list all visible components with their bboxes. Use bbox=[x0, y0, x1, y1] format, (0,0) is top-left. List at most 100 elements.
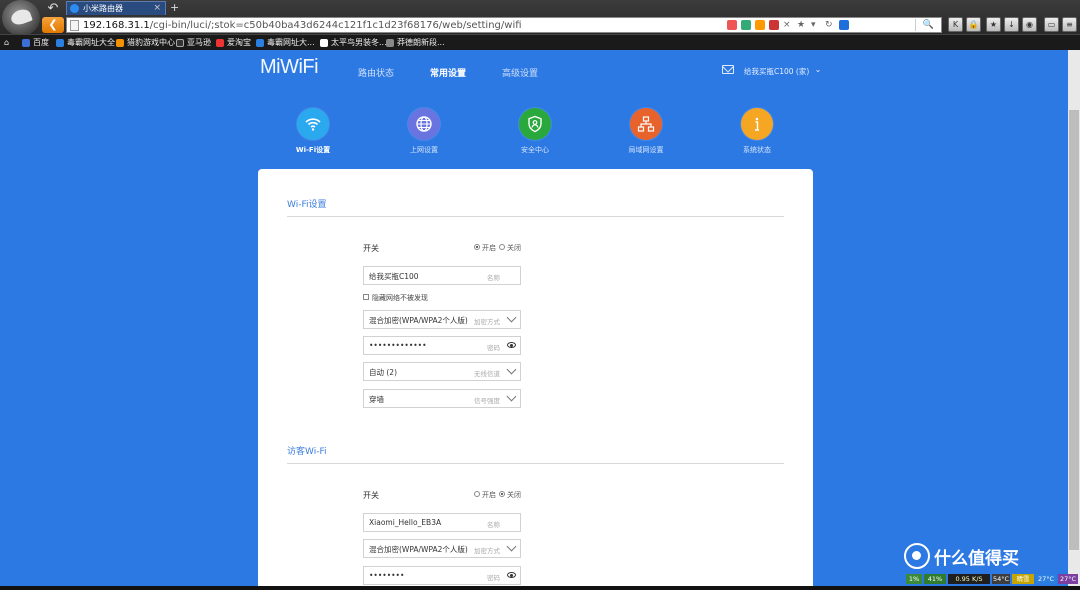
taskbar bbox=[0, 586, 1080, 590]
new-tab-button[interactable]: + bbox=[170, 1, 179, 15]
bookmark-item[interactable]: 太平鸟男装冬... bbox=[320, 37, 387, 49]
category-internet[interactable]: 上网设置 bbox=[389, 108, 459, 155]
game-icon[interactable]: ◉ bbox=[1022, 17, 1037, 32]
bookmark-item[interactable]: 毒霸网址大... bbox=[256, 37, 315, 49]
guest-encryption-placeholder: 加密方式 bbox=[474, 547, 500, 555]
guest-password-value: •••••••• bbox=[369, 571, 405, 580]
category-security[interactable]: 安全中心 bbox=[500, 108, 570, 155]
bookmark-item[interactable]: 爱淘宝 bbox=[216, 37, 251, 49]
watermark: 什么值得买 bbox=[904, 543, 1080, 583]
chevron-down-icon bbox=[506, 391, 517, 402]
bookmark-item[interactable]: 莽德朗新段... bbox=[386, 37, 445, 49]
guest-ssid-value: Xiaomi_Hello_EB3A bbox=[369, 518, 442, 527]
watermark-text: 什么值得买 bbox=[934, 549, 1019, 569]
close-icon[interactable]: × bbox=[783, 20, 793, 30]
addon-icon[interactable] bbox=[741, 20, 751, 30]
nav-router-status[interactable]: 路由状态 bbox=[358, 66, 394, 79]
divider bbox=[287, 463, 784, 464]
wifi-favicon-icon bbox=[70, 4, 79, 13]
scrollbar[interactable] bbox=[1068, 50, 1080, 586]
chevron-down-icon bbox=[506, 364, 517, 375]
wifi-ssid-placeholder: 名称 bbox=[487, 274, 500, 282]
guest-on-radio[interactable]: 开启 bbox=[474, 490, 496, 500]
eye-icon[interactable] bbox=[507, 342, 516, 348]
favorite-star-icon[interactable]: ★ bbox=[797, 20, 807, 30]
url-path: /cgi-bin/luci/;stok=c50b40ba43d6244c121f… bbox=[149, 20, 522, 31]
guest-password-field[interactable]: •••••••• 密码 bbox=[363, 566, 521, 585]
browser-logo-icon[interactable] bbox=[2, 0, 40, 36]
wifi-off-radio[interactable]: 关闭 bbox=[499, 243, 521, 253]
wifi-ssid-field[interactable]: 给我买瓶C100 名称 bbox=[363, 266, 521, 285]
category-wifi[interactable]: Wi-Fi设置 bbox=[278, 108, 348, 178]
wifi-strength-select[interactable]: 穿墙 信号强度 bbox=[363, 389, 521, 408]
back-button[interactable]: ❮ bbox=[42, 17, 64, 33]
wifi-strength-value: 穿墙 bbox=[369, 395, 384, 404]
wifi-ssid-value: 给我买瓶C100 bbox=[369, 272, 419, 281]
nav-common-settings[interactable]: 常用设置 bbox=[430, 66, 466, 79]
network-icon bbox=[630, 108, 662, 140]
chevron-down-icon bbox=[506, 541, 517, 552]
menu-icon[interactable]: ≡ bbox=[1062, 17, 1077, 32]
bookmark-item[interactable]: 百度 bbox=[22, 37, 49, 49]
bookmark-item[interactable]: 猎豹游戏中心 bbox=[116, 37, 175, 49]
guest-ssid-field[interactable]: Xiaomi_Hello_EB3A 名称 bbox=[363, 513, 521, 532]
wifi-password-placeholder: 密码 bbox=[487, 344, 500, 352]
eye-icon[interactable] bbox=[507, 572, 516, 578]
chevron-down-icon bbox=[506, 312, 517, 323]
category-system-status[interactable]: 系统状态 bbox=[722, 108, 792, 155]
hide-network-checkbox[interactable]: 隐藏网络不被发现 bbox=[363, 293, 428, 303]
wifi-encryption-value: 混合加密(WPA/WPA2个人版) bbox=[369, 316, 468, 325]
lock-icon[interactable]: 🔒 bbox=[966, 17, 981, 32]
download-icon[interactable]: ↓ bbox=[1004, 17, 1019, 32]
addon-icon[interactable] bbox=[769, 20, 779, 30]
wifi-switch-label: 开关 bbox=[363, 244, 379, 253]
addon-icon[interactable] bbox=[755, 20, 765, 30]
wifi-encryption-select[interactable]: 混合加密(WPA/WPA2个人版) 加密方式 bbox=[363, 310, 521, 329]
chevron-down-icon: ⌄ bbox=[814, 65, 822, 74]
bookmarks-bar: ⌂ 百度 毒霸网址大全 猎豹游戏中心 亚马逊 爱淘宝 毒霸网址大... 太平鸟男… bbox=[0, 34, 1080, 50]
info-icon bbox=[741, 108, 773, 140]
browser-tab[interactable]: 小米路由器 × bbox=[66, 1, 166, 15]
category-label: 系统状态 bbox=[743, 146, 771, 154]
category-label: 局域网设置 bbox=[628, 146, 664, 154]
category-lan[interactable]: 局域网设置 bbox=[611, 108, 681, 155]
mail-icon[interactable] bbox=[722, 65, 734, 74]
undo-icon[interactable]: ↶ bbox=[44, 2, 62, 16]
toolbar-k-icon[interactable]: K bbox=[948, 17, 963, 32]
miwifi-logo[interactable]: MiWiFi bbox=[260, 56, 319, 79]
wifi-on-radio[interactable]: 开启 bbox=[474, 243, 496, 253]
addon-icon[interactable] bbox=[727, 20, 737, 30]
user-name: 给我买瓶C100 (家) bbox=[744, 67, 810, 76]
nav-advanced-settings[interactable]: 高级设置 bbox=[502, 66, 538, 79]
address-bar[interactable]: 192.168.31.1/cgi-bin/luci/;stok=c50b40ba… bbox=[66, 17, 942, 33]
category-label: 安全中心 bbox=[521, 146, 549, 154]
home-icon[interactable]: ⌂ bbox=[4, 37, 9, 49]
wifi-icon bbox=[297, 108, 329, 140]
search-engine-icon[interactable] bbox=[839, 20, 849, 30]
bookmark-item[interactable]: 亚马逊 bbox=[176, 37, 211, 49]
window-icon[interactable]: ▭ bbox=[1044, 17, 1059, 32]
router-page: MiWiFi 路由状态 常用设置 高级设置 给我买瓶C100 (家) ⌄ Wi-… bbox=[0, 50, 1080, 586]
wifi-channel-select[interactable]: 自动 (2) 无线信道 bbox=[363, 362, 521, 381]
guest-encryption-select[interactable]: 混合加密(WPA/WPA2个人版) 加密方式 bbox=[363, 539, 521, 558]
bookmark-item[interactable]: 毒霸网址大全 bbox=[56, 37, 115, 49]
wifi-password-field[interactable]: ••••••••••••• 密码 bbox=[363, 336, 521, 355]
user-menu[interactable]: 给我买瓶C100 (家) ⌄ bbox=[722, 65, 821, 77]
refresh-icon[interactable]: ↻ bbox=[825, 20, 835, 30]
tab-close-icon[interactable]: × bbox=[153, 2, 161, 15]
url-text[interactable]: 192.168.31.1/cgi-bin/luci/;stok=c50b40ba… bbox=[83, 19, 522, 32]
page-icon bbox=[70, 20, 79, 31]
divider bbox=[287, 216, 784, 217]
tab-title: 小米路由器 bbox=[83, 4, 123, 13]
guest-off-radio[interactable]: 关闭 bbox=[499, 490, 521, 500]
star-icon[interactable]: ★ bbox=[986, 17, 1001, 32]
search-icon[interactable]: 🔍 bbox=[915, 19, 941, 31]
globe-icon bbox=[408, 108, 440, 140]
scrollbar-thumb[interactable] bbox=[1069, 110, 1079, 550]
guest-encryption-value: 混合加密(WPA/WPA2个人版) bbox=[369, 545, 468, 554]
guest-section-title: 访客Wi-Fi bbox=[287, 447, 327, 457]
category-label: 上网设置 bbox=[410, 146, 438, 154]
dropdown-icon[interactable]: ▾ bbox=[811, 20, 821, 30]
wifi-strength-placeholder: 信号强度 bbox=[474, 397, 500, 405]
guest-switch-label: 开关 bbox=[363, 491, 379, 500]
